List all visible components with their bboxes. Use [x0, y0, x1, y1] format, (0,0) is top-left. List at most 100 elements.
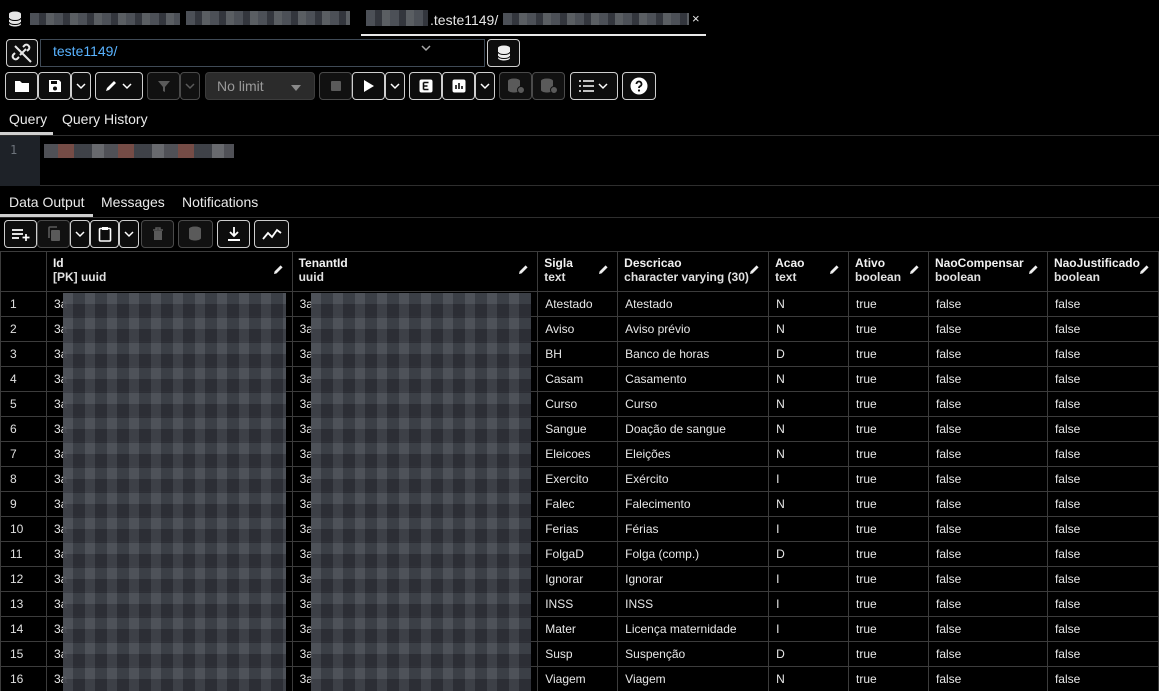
cell-descricao[interactable]: Banco de horas [617, 341, 770, 367]
cell-acao[interactable]: I [768, 566, 850, 592]
cell-descricao[interactable]: Eleições [617, 441, 770, 467]
cell-ativo[interactable]: true [848, 516, 929, 542]
cell-sigla[interactable]: Atestado [537, 291, 619, 317]
cell-naojustificado[interactable]: false [1046, 416, 1159, 442]
cell-ativo[interactable]: true [848, 441, 929, 467]
cell-acao[interactable]: N [768, 491, 850, 517]
cell-naocompensar[interactable]: false [928, 341, 1048, 367]
cell-naocompensar[interactable]: false [928, 366, 1048, 392]
tab-notifications[interactable]: Notifications [182, 194, 258, 210]
filter-button[interactable] [147, 72, 180, 100]
explain-analyze-button[interactable] [442, 72, 475, 100]
open-file-button[interactable] [5, 72, 38, 100]
cell-descricao[interactable]: Viagem [617, 666, 770, 691]
cell-descricao[interactable]: Falecimento [617, 491, 770, 517]
cell-descricao[interactable]: Atestado [617, 291, 770, 317]
cell-ativo[interactable]: true [848, 391, 929, 417]
column-header-ativo[interactable]: Ativo boolean [848, 251, 929, 292]
cell-acao[interactable]: D [768, 341, 850, 367]
column-header-acao[interactable]: Acao text [768, 251, 850, 292]
column-header-sigla[interactable]: Sigla text [537, 251, 619, 292]
paste-button[interactable] [90, 220, 119, 248]
cell-naojustificado[interactable]: false [1046, 341, 1159, 367]
cell-descricao[interactable]: Folga (comp.) [617, 541, 770, 567]
tab-data-output[interactable]: Data Output [9, 194, 85, 210]
pencil-icon[interactable] [1139, 264, 1150, 275]
delete-row-button[interactable] [141, 220, 174, 248]
cell-sigla[interactable]: FolgaD [537, 541, 619, 567]
pencil-icon[interactable] [829, 264, 840, 275]
pencil-icon[interactable] [518, 264, 529, 275]
cell-naojustificado[interactable]: false [1046, 516, 1159, 542]
paste-options-dropdown[interactable] [119, 220, 139, 248]
cell-naojustificado[interactable]: false [1046, 441, 1159, 467]
save-options-dropdown[interactable] [71, 72, 91, 100]
cell-naojustificado[interactable]: false [1046, 316, 1159, 342]
cell-ativo[interactable]: true [848, 491, 929, 517]
tab-query[interactable]: Query [9, 111, 47, 127]
cell-ativo[interactable]: true [848, 316, 929, 342]
cell-ativo[interactable]: true [848, 366, 929, 392]
cell-naojustificado[interactable]: false [1046, 366, 1159, 392]
save-file-button[interactable] [38, 72, 71, 100]
cell-naojustificado[interactable]: false [1046, 616, 1159, 642]
cell-naocompensar[interactable]: false [928, 566, 1048, 592]
rollback-button[interactable] [532, 72, 565, 100]
cell-acao[interactable]: D [768, 641, 850, 667]
cell-naocompensar[interactable]: false [928, 491, 1048, 517]
cell-ativo[interactable]: true [848, 591, 929, 617]
column-header-id[interactable]: Id [PK] uuid [45, 251, 293, 292]
cell-sigla[interactable]: Mater [537, 616, 619, 642]
cell-acao[interactable]: I [768, 616, 850, 642]
cell-ativo[interactable]: true [848, 341, 929, 367]
cell-ativo[interactable]: true [848, 541, 929, 567]
pencil-icon[interactable] [909, 264, 920, 275]
cell-naojustificado[interactable]: false [1046, 541, 1159, 567]
cell-descricao[interactable]: Aviso prévio [617, 316, 770, 342]
cell-descricao[interactable]: Férias [617, 516, 770, 542]
column-header-tenantid[interactable]: TenantId uuid [291, 251, 539, 292]
cell-acao[interactable]: N [768, 416, 850, 442]
pencil-icon[interactable] [598, 264, 609, 275]
cell-sigla[interactable]: Exercito [537, 466, 619, 492]
cell-naojustificado[interactable]: false [1046, 666, 1159, 691]
cell-naocompensar[interactable]: false [928, 416, 1048, 442]
cell-sigla[interactable]: Casam [537, 366, 619, 392]
cell-naocompensar[interactable]: false [928, 616, 1048, 642]
cell-naojustificado[interactable]: false [1046, 291, 1159, 317]
cell-naojustificado[interactable]: false [1046, 641, 1159, 667]
cell-acao[interactable]: N [768, 291, 850, 317]
cell-sigla[interactable]: Ignorar [537, 566, 619, 592]
cell-naocompensar[interactable]: false [928, 641, 1048, 667]
row-limit-select[interactable]: No limit [205, 72, 315, 100]
cell-naojustificado[interactable]: false [1046, 591, 1159, 617]
macros-button[interactable] [570, 72, 618, 100]
cell-sigla[interactable]: Eleicoes [537, 441, 619, 467]
cell-descricao[interactable]: Ignorar [617, 566, 770, 592]
cell-naocompensar[interactable]: false [928, 541, 1048, 567]
column-header-naojustificado[interactable]: NaoJustificado boolean [1046, 251, 1159, 292]
cell-ativo[interactable]: true [848, 666, 929, 691]
copy-button[interactable] [37, 220, 70, 248]
download-button[interactable] [217, 220, 250, 248]
sql-editor[interactable]: 1 [0, 136, 1159, 186]
pencil-icon[interactable] [749, 264, 760, 275]
cell-ativo[interactable]: true [848, 466, 929, 492]
cell-naocompensar[interactable]: false [928, 591, 1048, 617]
cell-sigla[interactable]: Falec [537, 491, 619, 517]
execute-button[interactable] [352, 72, 385, 100]
edit-button[interactable] [95, 72, 143, 100]
filter-options-dropdown[interactable] [180, 72, 200, 100]
connection-status-button[interactable] [6, 39, 38, 67]
cell-naocompensar[interactable]: false [928, 516, 1048, 542]
cell-descricao[interactable]: Suspenção [617, 641, 770, 667]
cell-acao[interactable]: N [768, 316, 850, 342]
tab-query-history[interactable]: Query History [62, 111, 148, 127]
graph-visualiser-button[interactable] [254, 220, 289, 248]
cell-ativo[interactable]: true [848, 641, 929, 667]
cell-sigla[interactable]: Curso [537, 391, 619, 417]
cell-acao[interactable]: N [768, 441, 850, 467]
explain-options-dropdown[interactable] [475, 72, 495, 100]
pencil-icon[interactable] [273, 264, 284, 275]
tab-messages[interactable]: Messages [101, 194, 165, 210]
